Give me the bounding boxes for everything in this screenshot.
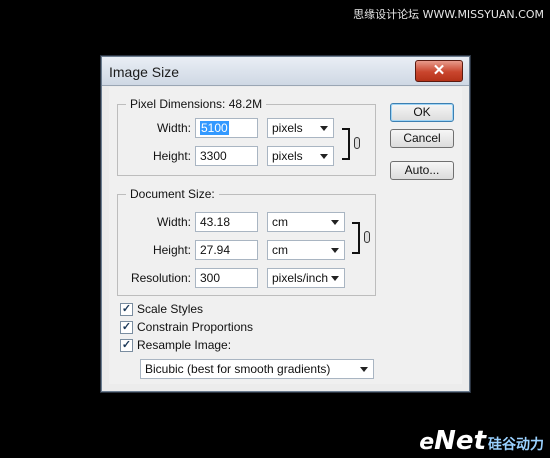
- check-icon: ✓: [121, 339, 132, 351]
- pixel-link-bracket: [342, 128, 350, 160]
- pixel-width-label: Width:: [156, 121, 191, 135]
- constrain-proportions-checkbox[interactable]: ✓: [120, 321, 133, 334]
- scale-styles-label: Scale Styles: [137, 302, 204, 316]
- scale-styles-checkbox[interactable]: ✓: [120, 303, 133, 316]
- pixel-height-value: 3300: [200, 149, 227, 163]
- chevron-down-icon: [320, 154, 328, 159]
- pixel-dimensions-group: Pixel Dimensions: 48.2M Width: 5100 pixe…: [117, 97, 376, 176]
- resample-image-label: Resample Image:: [137, 338, 232, 352]
- watermark-e: e: [419, 430, 435, 455]
- resolution-unit: pixels/inch: [272, 271, 329, 285]
- doc-width-input[interactable]: 43.18: [195, 212, 258, 232]
- pixel-width-value: 5100: [200, 121, 229, 135]
- doc-height-unit: cm: [272, 243, 288, 257]
- pixel-width-unit: pixels: [272, 121, 303, 135]
- doc-height-input[interactable]: 27.94: [195, 240, 258, 260]
- pixel-height-unit: pixels: [272, 149, 303, 163]
- watermark-top: 思缘设计论坛 WWW.MISSYUAN.COM: [353, 8, 544, 21]
- chain-link-icon: [354, 137, 360, 149]
- document-size-group: Document Size: Width: 43.18 cm Height: 2…: [117, 187, 376, 296]
- resample-image-checkbox[interactable]: ✓: [120, 339, 133, 352]
- pixel-dimensions-label: Pixel Dimensions:: [130, 97, 226, 111]
- chevron-down-icon: [360, 367, 368, 372]
- pixel-dimensions-size: 48.2M: [228, 97, 263, 111]
- title-bar[interactable]: Image Size ✕: [102, 57, 469, 86]
- resolution-value: 300: [200, 271, 221, 285]
- close-icon: ✕: [432, 62, 446, 79]
- check-icon: ✓: [121, 303, 132, 315]
- watermark-cn: 硅谷动力: [488, 437, 544, 453]
- pixel-height-input[interactable]: 3300: [195, 146, 258, 166]
- resample-method-value: Bicubic (best for smooth gradients): [145, 362, 331, 376]
- doc-height-unit-select[interactable]: cm: [267, 240, 345, 260]
- close-button[interactable]: ✕: [415, 60, 463, 82]
- doc-width-value: 43.18: [200, 215, 231, 229]
- chain-link-icon: [364, 231, 370, 243]
- doc-width-unit-select[interactable]: cm: [267, 212, 345, 232]
- cancel-button[interactable]: Cancel: [390, 129, 454, 148]
- chevron-down-icon: [331, 220, 339, 225]
- dialog-title: Image Size: [109, 64, 180, 80]
- pixel-width-input[interactable]: 5100: [195, 118, 258, 138]
- pixel-width-unit-select[interactable]: pixels: [267, 118, 334, 138]
- document-size-legend: Document Size:: [126, 187, 219, 201]
- check-icon: ✓: [121, 321, 132, 333]
- ok-button[interactable]: OK: [390, 103, 454, 122]
- resolution-unit-select[interactable]: pixels/inch: [267, 268, 345, 288]
- pixel-dimensions-legend: Pixel Dimensions: 48.2M: [126, 97, 267, 111]
- chevron-down-icon: [331, 248, 339, 253]
- pixel-height-unit-select[interactable]: pixels: [267, 146, 334, 166]
- pixel-height-label: Height:: [152, 149, 191, 163]
- doc-width-label: Width:: [156, 215, 191, 229]
- resolution-input[interactable]: 300: [195, 268, 258, 288]
- doc-link-bracket: [352, 222, 360, 254]
- auto-button[interactable]: Auto...: [390, 161, 454, 180]
- image-size-dialog: Image Size ✕ Pixel Dimensions: 48.2M Wid…: [101, 56, 470, 392]
- chevron-down-icon: [331, 276, 339, 281]
- watermark-bottom: eNet 硅谷动力: [419, 426, 544, 456]
- resolution-label: Resolution:: [130, 271, 191, 285]
- doc-width-unit: cm: [272, 215, 288, 229]
- watermark-net: Net: [434, 426, 486, 456]
- chevron-down-icon: [320, 126, 328, 131]
- doc-height-value: 27.94: [200, 243, 231, 257]
- resample-method-select[interactable]: Bicubic (best for smooth gradients): [140, 359, 374, 379]
- constrain-proportions-label: Constrain Proportions: [137, 320, 254, 334]
- dialog-content: Pixel Dimensions: 48.2M Width: 5100 pixe…: [109, 87, 462, 384]
- doc-height-label: Height:: [152, 243, 191, 257]
